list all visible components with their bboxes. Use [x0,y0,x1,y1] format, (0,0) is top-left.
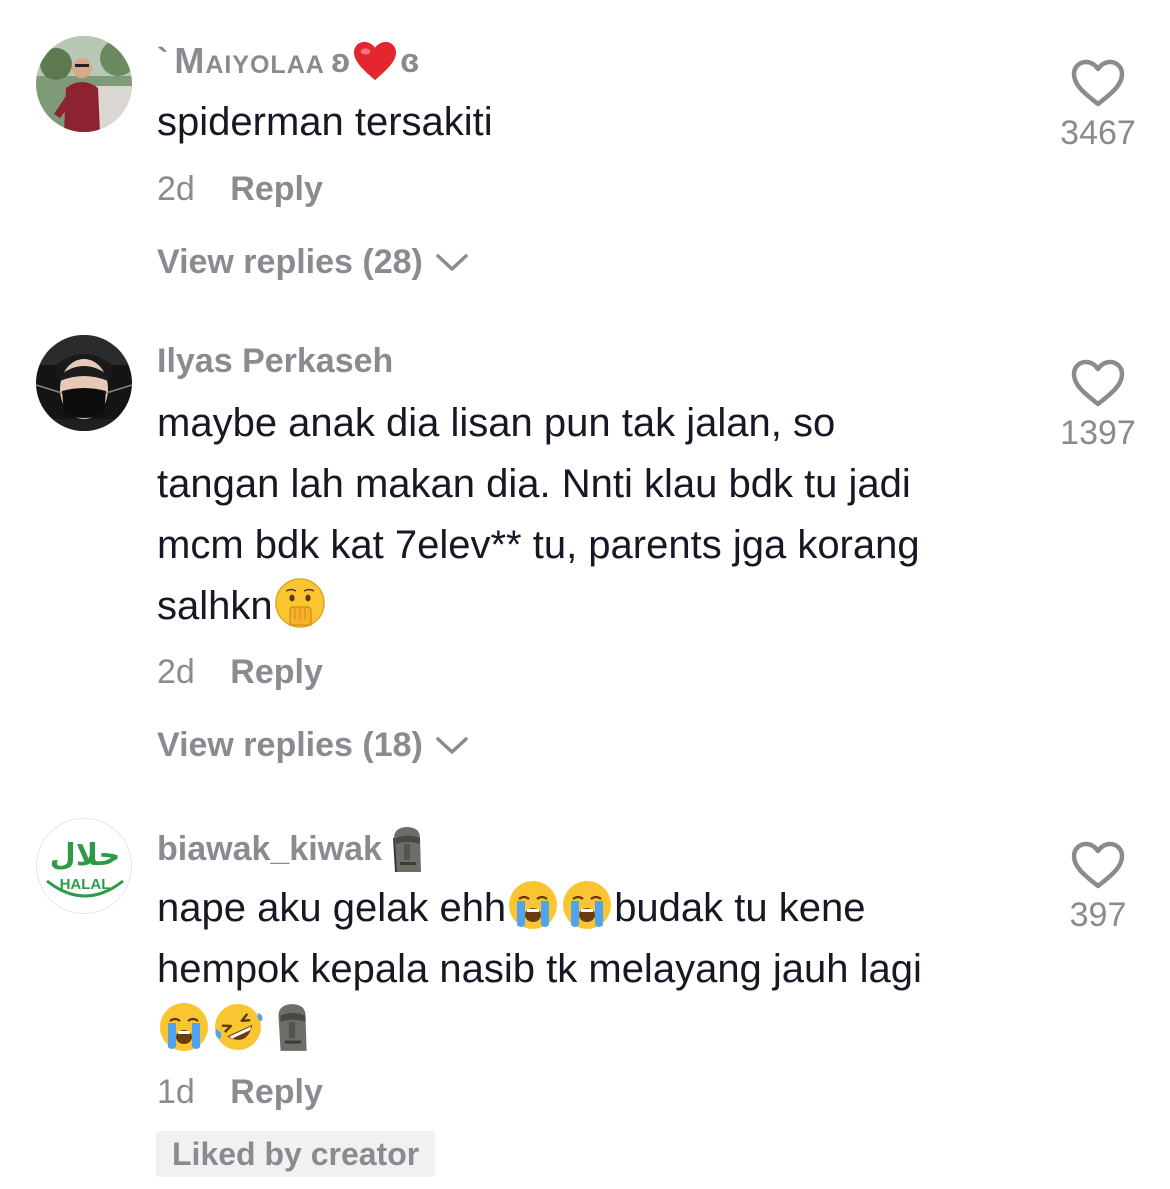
like-button[interactable]: 3467 [1040,58,1156,153]
comment-text-line-last: salhkn [157,576,1037,637]
comment-text-line: maybe anak dia lisan pun tak jalan, so [157,401,836,445]
reply-button[interactable]: Reply [230,170,323,208]
heart-outline-icon [1071,59,1125,107]
comment-age: 2d [157,170,195,208]
comment-text: maybe anak dia lisan pun tak jalan, so t… [157,393,1037,637]
rolling-laughing-emoji-icon [212,1001,264,1053]
moai-emoji-icon [392,827,421,873]
comment-age: 1d [157,1073,195,1111]
avatar[interactable]: حلال HALAL [36,818,132,914]
username-text: biawak_kiwak [157,829,382,868]
halal-arabic-text: حلال [50,838,120,873]
comment-meta: 2d Reply [157,653,323,692]
view-replies-button[interactable]: View replies (18) [157,726,469,765]
liked-by-creator-badge: Liked by creator [156,1131,436,1177]
like-button[interactable]: 1397 [1040,358,1156,453]
view-replies-button[interactable]: View replies (28) [157,243,469,282]
username-deco-left: ʚ [330,41,351,80]
hand-over-mouth-emoji-icon [274,577,326,629]
avatar[interactable] [36,36,132,132]
username-text: Maiyolaa [174,40,325,81]
red-heart-icon [354,41,397,81]
heart-outline-icon [1071,841,1125,889]
halal-label: HALAL [60,876,111,893]
comment-age: 2d [157,653,195,691]
like-count: 397 [1069,896,1127,934]
halal-logo-icon: حلال HALAL [37,819,131,913]
masked-person-avatar-icon [36,335,132,431]
comment-text-line: salhkn [157,584,273,628]
chevron-down-icon [436,736,468,754]
comment-text: spiderman tersakiti [157,100,493,144]
comment-username[interactable]: Ilyas Perkaseh [157,342,393,381]
comment-meta: 1d Reply [157,1073,323,1112]
crying-face-emoji-icon [507,879,559,931]
view-replies-label: View replies (18) [157,726,423,764]
like-button[interactable]: 397 [1040,840,1156,935]
view-replies-label: View replies (28) [157,243,423,281]
reply-button[interactable]: Reply [230,1073,323,1111]
avatar[interactable] [36,335,132,431]
comment-text-line: tangan lah makan dia. Nnti klau bdk tu j… [157,462,911,506]
comment-username[interactable]: biawak_kiwak [157,824,426,874]
comment-meta: 2d Reply [157,170,323,209]
person-avatar-icon [36,36,132,132]
comment-text-emoji-line [157,1000,1037,1064]
crying-face-emoji-icon [561,879,613,931]
username-prefix: ` [157,41,169,80]
comment-text-line: nape aku gelak ehh budak tu kene [157,878,1037,939]
like-count: 3467 [1060,114,1136,152]
comment-text-segment: budak tu kene [614,886,866,930]
comment-text: nape aku gelak ehh budak tu kene hempok … [157,878,1037,1064]
comment-username[interactable]: ` Maiyolaa ʚ ɞ [157,40,419,82]
heart-outline-icon [1071,359,1125,407]
crying-face-emoji-icon [158,1001,210,1053]
username-deco-right: ɞ [400,41,420,80]
comment-text-segment: nape aku gelak ehh [157,886,507,930]
chevron-down-icon [436,253,468,271]
comment-text-line: hempok kepala nasib tk melayang jauh lag… [157,947,922,991]
reply-button[interactable]: Reply [230,653,323,691]
comment-text-line: mcm bdk kat 7elev** tu, parents jga kora… [157,523,920,567]
like-count: 1397 [1060,414,1136,452]
moai-emoji-icon [266,1001,318,1053]
